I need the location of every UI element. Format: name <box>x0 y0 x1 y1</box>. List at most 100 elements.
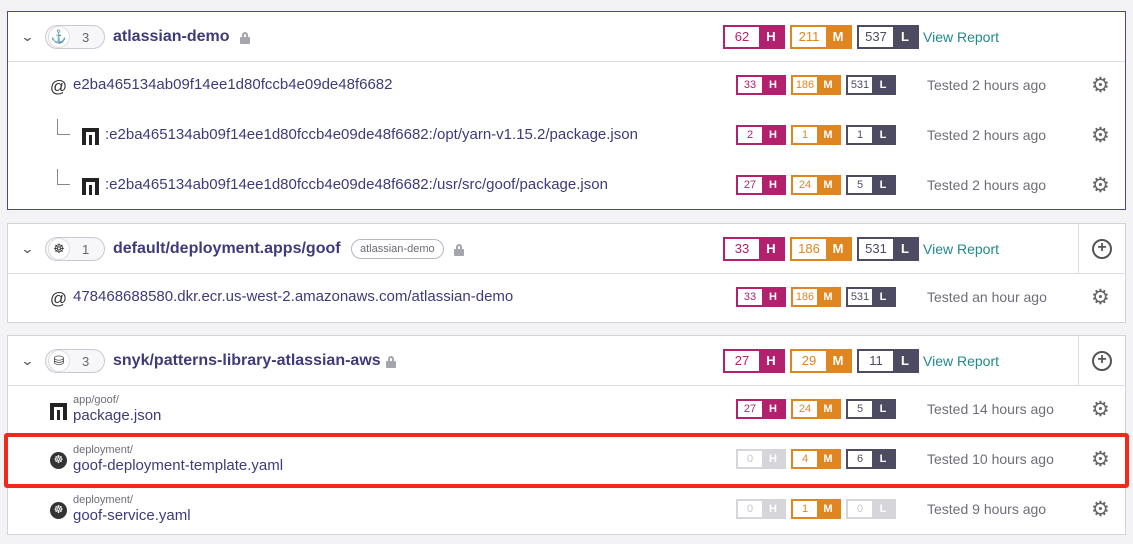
project-row: @ e2ba465134ab09f14ee1d80fccb4e09de48f66… <box>8 61 1125 111</box>
chevron-down-icon[interactable]: ⌄ <box>20 353 34 369</box>
project-link[interactable]: e2ba465134ab09f14ee1d80fccb4e09de48f6682 <box>73 76 392 93</box>
tested-time: Tested 2 hours ago <box>927 77 1047 93</box>
tested-time: Tested 2 hours ago <box>927 177 1047 193</box>
severity-badges: 0H 1M 0L <box>736 499 901 519</box>
medium-badge: 186 M <box>791 75 841 95</box>
low-badge: 11 L <box>857 349 919 373</box>
view-report-link[interactable]: View Report <box>923 29 999 45</box>
group-title[interactable]: atlassian-demo <box>113 28 229 46</box>
project-row: app/goof/ package.json 27 H 24 M 5L Tested… <box>8 385 1125 435</box>
medium-badge: 1M <box>791 499 841 519</box>
high-badge: 2H <box>736 125 786 145</box>
debian-icon: @ <box>49 289 68 308</box>
gear-icon[interactable]: ⚙ <box>1091 73 1110 98</box>
bitbucket-icon: ⛁ <box>48 350 70 372</box>
project-group-deployment-goof: ⌄ ☸ 1 default/deployment.apps/goof atlas… <box>7 223 1126 323</box>
severity-badges: 33 H 186 M 531 L <box>736 75 901 95</box>
tested-time: Tested 14 hours ago <box>927 401 1054 417</box>
target-count-pill: ⛁ 3 <box>45 349 105 373</box>
severity-badges: 27 H 24 M 5L <box>736 175 901 195</box>
tested-time: Tested an hour ago <box>927 289 1047 305</box>
add-circle-icon[interactable]: + <box>1092 239 1112 259</box>
medium-badge: 24 M <box>791 175 841 195</box>
view-report-link[interactable]: View Report <box>923 353 999 369</box>
medium-badge: 4M <box>791 449 841 469</box>
project-path: deployment/ <box>73 444 133 456</box>
gear-icon[interactable]: ⚙ <box>1091 123 1110 148</box>
lock-icon <box>454 244 464 256</box>
target-count-pill: ⚓ 3 <box>45 25 105 49</box>
gear-icon[interactable]: ⚙ <box>1091 447 1110 472</box>
project-path: deployment/ <box>73 494 133 506</box>
npm-icon <box>50 403 67 420</box>
project-link[interactable]: 478468688580.dkr.ecr.us-west-2.amazonaws… <box>73 288 513 305</box>
kubernetes-icon: ☸ <box>48 238 70 260</box>
low-badge: 5L <box>846 399 896 419</box>
severity-badges: 62 H 211 M 537 L <box>723 25 924 49</box>
medium-badge: 211 M <box>790 25 852 49</box>
chevron-down-icon[interactable]: ⌄ <box>20 241 34 257</box>
severity-badges: 2H 1M 1L <box>736 125 901 145</box>
low-badge: 531 L <box>846 287 896 307</box>
projects-list: ⌄ ⚓ 3 atlassian-demo 62 H 211 M 537 L View … <box>0 0 1133 544</box>
low-badge: 531 L <box>846 75 896 95</box>
kubernetes-icon: ☸ <box>50 452 67 469</box>
high-badge: 33 H <box>723 237 785 261</box>
group-title[interactable]: snyk/patterns-library-atlassian-aws <box>113 352 381 370</box>
severity-badges: 0H 4M 6L <box>736 449 901 469</box>
add-circle-icon[interactable]: + <box>1092 351 1112 371</box>
project-group-patterns-library: ⌄ ⛁ 3 snyk/patterns-library-atlassian-aw… <box>7 335 1126 535</box>
project-row: ☸ deployment/ goof-deployment-template.y… <box>8 435 1125 485</box>
group-title[interactable]: default/deployment.apps/goof <box>113 240 341 258</box>
debian-icon: @ <box>49 77 68 96</box>
group-header[interactable]: ⌄ ☸ 1 default/deployment.apps/goof atlas… <box>8 224 1125 274</box>
severity-badges: 33 H 186 M 531 L <box>723 237 924 261</box>
medium-badge: 186 M <box>790 237 852 261</box>
project-link[interactable]: package.json <box>73 407 161 424</box>
high-badge: 27 H <box>736 175 786 195</box>
target-count-pill: ☸ 1 <box>45 237 105 261</box>
low-badge: 0L <box>846 499 896 519</box>
project-link[interactable]: goof-service.yaml <box>73 507 191 524</box>
chevron-down-icon[interactable]: ⌄ <box>20 29 34 45</box>
gear-icon[interactable]: ⚙ <box>1091 285 1110 310</box>
gear-icon[interactable]: ⚙ <box>1091 397 1110 422</box>
high-badge: 0H <box>736 449 786 469</box>
low-badge: 6L <box>846 449 896 469</box>
severity-badges: 27 H 24 M 5L <box>736 399 901 419</box>
project-row: ☸ deployment/ goof-service.yaml 0H 1M 0L… <box>8 485 1125 535</box>
view-report-link[interactable]: View Report <box>923 241 999 257</box>
npm-icon <box>82 178 99 195</box>
project-row: @ 478468688580.dkr.ecr.us-west-2.amazona… <box>8 273 1125 323</box>
medium-badge: 24 M <box>791 399 841 419</box>
high-badge: 27 H <box>736 399 786 419</box>
severity-badges: 27 H 29 M 11 L <box>723 349 924 373</box>
high-badge: 33 H <box>736 287 786 307</box>
group-header[interactable]: ⌄ ⛁ 3 snyk/patterns-library-atlassian-aw… <box>8 336 1125 386</box>
tested-time: Tested 9 hours ago <box>927 501 1047 517</box>
npm-icon <box>82 128 99 145</box>
gear-icon[interactable]: ⚙ <box>1091 173 1110 198</box>
project-group-atlassian-demo: ⌄ ⚓ 3 atlassian-demo 62 H 211 M 537 L View … <box>7 11 1126 210</box>
high-badge: 62 H <box>723 25 785 49</box>
high-badge: 27 H <box>723 349 785 373</box>
low-badge: 1L <box>846 125 896 145</box>
project-row: :e2ba465134ab09f14ee1d80fccb4e09de48f668… <box>8 161 1125 211</box>
group-header[interactable]: ⌄ ⚓ 3 atlassian-demo 62 H 211 M 537 L View … <box>8 12 1125 62</box>
high-badge: 33 H <box>736 75 786 95</box>
low-badge: 537 L <box>857 25 919 49</box>
project-link[interactable]: :e2ba465134ab09f14ee1d80fccb4e09de48f668… <box>105 126 638 143</box>
org-tag: atlassian-demo <box>351 239 444 259</box>
low-badge: 5L <box>846 175 896 195</box>
medium-badge: 29 M <box>790 349 852 373</box>
tested-time: Tested 10 hours ago <box>927 451 1054 467</box>
gear-icon[interactable]: ⚙ <box>1091 497 1110 522</box>
lock-icon <box>386 356 396 368</box>
project-link[interactable]: goof-deployment-template.yaml <box>73 457 283 474</box>
high-badge: 0H <box>736 499 786 519</box>
medium-badge: 186 M <box>791 287 841 307</box>
project-link[interactable]: :e2ba465134ab09f14ee1d80fccb4e09de48f668… <box>105 176 608 193</box>
severity-badges: 33 H 186 M 531 L <box>736 287 901 307</box>
kubernetes-icon: ☸ <box>50 502 67 519</box>
docker-icon: ⚓ <box>48 26 70 48</box>
